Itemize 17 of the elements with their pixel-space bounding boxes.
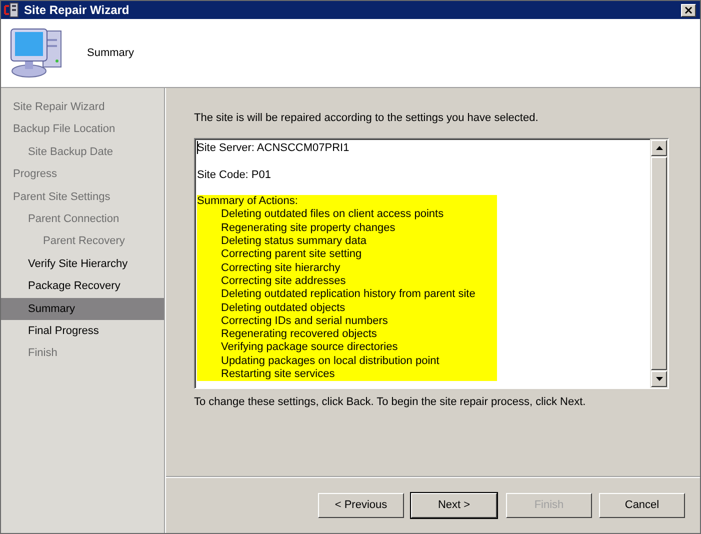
- scroll-down-button[interactable]: [651, 371, 667, 387]
- wizard-button[interactable]: Next >: [411, 492, 497, 518]
- summary-line: Site Server: ACNSCCM07PRI1: [197, 142, 350, 156]
- intro-text: The site is will be repaired according to the settings you have selected.: [194, 112, 540, 124]
- scroll-up-button[interactable]: [651, 140, 667, 156]
- wizard-button[interactable]: < Previous: [318, 492, 404, 518]
- page-heading: Summary: [87, 47, 134, 59]
- summary-text-box[interactable]: [194, 138, 669, 389]
- wizard-button[interactable]: Cancel: [599, 492, 685, 518]
- hint-text: To change these settings, click Back. To begin the site repair process, click Next.: [194, 396, 587, 408]
- summary-line: Site Code: P01: [197, 168, 271, 182]
- down-arrow-icon: [656, 377, 662, 381]
- up-arrow-icon: [656, 146, 662, 150]
- window-title: Site Repair Wizard: [24, 3, 130, 17]
- scroll-thumb[interactable]: [651, 157, 667, 370]
- scrollbar[interactable]: [650, 139, 668, 388]
- close-button[interactable]: ×: [681, 4, 696, 16]
